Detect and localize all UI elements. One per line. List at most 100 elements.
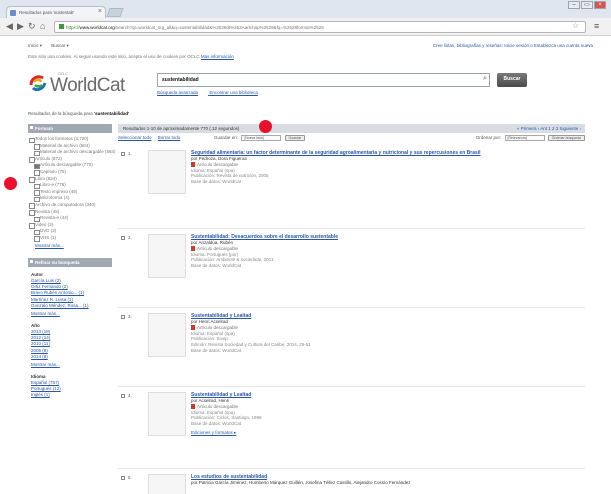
find-library-link[interactable]: Encontrar una biblioteca (209, 90, 258, 95)
result-info: Sustentabilidad: Desacuerdos sobre el de… (191, 234, 583, 269)
results-heading-prefix: Resultados de la búsqueda para (28, 111, 95, 116)
result-checkbox[interactable] (121, 236, 125, 240)
format-facet-item[interactable]: Microforma (4) (28, 195, 112, 202)
account-links[interactable]: Cree listas, bibliografías y reseñas: In… (433, 43, 593, 48)
pagination[interactable]: « Primera ‹ Ant 1 2 3 Siguiente › (517, 126, 581, 131)
result-checkbox[interactable] (121, 476, 125, 480)
search-value: sustentabilidad (162, 77, 199, 83)
format-facet-item[interactable]: Todos los formatos (3,720) (28, 136, 112, 143)
refine-group-link[interactable]: Inglés (1) (28, 392, 112, 398)
save-list-select[interactable]: [Nueva lista] (241, 135, 282, 141)
star-icon[interactable]: ☆ (572, 21, 579, 30)
result-checkbox[interactable] (121, 315, 125, 319)
results-bar: Resultados 1-10 de aproximadamente 770 (… (118, 124, 585, 133)
browser-tab[interactable]: Resultados para 'sustentab' × (6, 6, 106, 18)
refine-show-more-link[interactable]: Mostrar más... (28, 310, 112, 318)
result-thumbnail[interactable] (148, 234, 186, 278)
tab-close-icon[interactable]: × (98, 8, 102, 15)
annotation-dot (4, 177, 17, 190)
clear-all-link[interactable]: Borrar todo (158, 135, 181, 140)
url-path: /search?qt=worldcat_org_all&q=sustentabi… (114, 25, 324, 30)
format-facet-item[interactable]: VHS (1) (28, 235, 112, 242)
reload-icon[interactable]: ↻ (28, 21, 36, 32)
url-host: www.worldcat.org (79, 25, 115, 30)
maximize-button[interactable]: ▭ (581, 1, 593, 9)
document-icon (191, 403, 195, 409)
search-button[interactable]: Buscar (497, 73, 527, 87)
result-thumbnail[interactable] (148, 392, 186, 436)
advanced-search-link[interactable]: Búsqueda avanzada (157, 90, 198, 95)
save-label: Guardar en: (214, 135, 239, 141)
cookie-notice: Este sitio usa cookies. Al seguir usando… (28, 54, 234, 59)
format-facet-item[interactable]: Material de archivo (584) (28, 143, 112, 150)
format-facet-item[interactable]: Video (3) (28, 222, 112, 229)
result-thumbnail[interactable] (148, 474, 186, 494)
result-thumbnail[interactable] (148, 150, 186, 194)
format-facet-header[interactable]: Formato (28, 124, 112, 133)
close-window-button[interactable]: × (594, 1, 606, 9)
format-facet-item[interactable]: Material de archivo descargable (584) (28, 149, 116, 156)
magnifier-icon: ⌕ (483, 75, 487, 82)
sort-controls: Ordenar por: [Relevancia] Ordenar búsque… (476, 135, 585, 141)
result-meta: Base de datos: WorldCat (191, 421, 241, 427)
result-checkbox[interactable] (121, 152, 125, 156)
result-divider (118, 468, 585, 469)
format-facet-item[interactable]: Libro (824) (28, 176, 112, 183)
result-checkbox[interactable] (121, 394, 125, 398)
logo-text: WorldCat (50, 75, 125, 96)
result-format-label: Artículo descargable (197, 245, 239, 251)
format-facet-item[interactable]: Artículo descargable (770) (28, 162, 112, 169)
select-all-link[interactable]: Seleccionar todo (118, 135, 152, 140)
cookie-notice-link[interactable]: Más información (201, 54, 234, 59)
home-icon[interactable]: ⌂ (40, 21, 45, 32)
result-info: Los estudios de sustentabilidad por Patri… (191, 474, 583, 486)
result-meta: Base de datos: WorldCat (191, 179, 241, 185)
result-number: 2. (128, 235, 132, 240)
document-icon (191, 245, 195, 251)
refine-header[interactable]: Refinar su búsqueda (28, 257, 112, 267)
result-number: 5. (128, 475, 132, 480)
format-facet-item[interactable]: Archivo de computadora (340) (28, 202, 112, 209)
format-facet-item[interactable]: DVD (2) (28, 228, 112, 235)
address-bar[interactable]: https://www.worldcat.org/search?qt=world… (54, 21, 586, 33)
refine-show-more-link[interactable]: Mostrar más... (28, 361, 112, 369)
result-format-label: Artículo descargable (197, 403, 239, 409)
result-number: 1. (128, 151, 132, 156)
format-facet-item[interactable]: Artículo (872) (28, 156, 112, 163)
save-button[interactable]: Guardar (284, 135, 306, 141)
result-info: Sustentabilidad y Lealtad por Henri Acsel… (191, 313, 583, 354)
worldcat-logo-icon (29, 75, 47, 92)
search-sublinks: Búsqueda avanzada Encontrar una bibliote… (157, 90, 268, 95)
format-show-more-link[interactable]: Mostrar más... (28, 242, 112, 250)
results-controls: Seleccionar todo Borrar todo Guardar en:… (118, 135, 585, 144)
format-facet-item[interactable]: Revista-e (44) (28, 215, 112, 222)
results-count: Resultados 1-10 de aproximadamente 770 (… (123, 126, 240, 131)
result-author: por Patricia García Jiménez, Humberto Má… (191, 480, 411, 485)
minimize-button[interactable]: – (568, 1, 580, 9)
new-tab-button[interactable] (106, 8, 124, 17)
save-controls: Guardar en: [Nueva lista] Guardar (214, 135, 306, 141)
sort-button[interactable]: Ordenar búsqueda (547, 135, 585, 141)
wrench-icon[interactable]: ≡ (594, 21, 599, 31)
result-format-label: Artículo descargable (197, 161, 239, 167)
results-heading-term: 'sustentabilidad' (94, 111, 130, 116)
search-input[interactable]: sustentabilidad ⌕ (157, 73, 490, 87)
sort-select[interactable]: [Relevancia] (504, 135, 545, 141)
result-thumbnail[interactable] (148, 313, 186, 357)
result-meta: Base de datos: WorldCat (191, 263, 241, 269)
tab-strip: Resultados para 'sustentab' × – ▭ × (0, 0, 611, 18)
forward-icon[interactable]: ▶ (17, 21, 24, 32)
browser-toolbar: ◀ ▶ ↻ ⌂ https://www.worldcat.org/search?… (0, 18, 611, 36)
back-icon[interactable]: ◀ (6, 21, 13, 32)
result-format-label: Artículo descargable (197, 324, 239, 330)
nav-inicio[interactable]: Inicio ▾ (28, 43, 42, 48)
format-facet-item[interactable]: Texto impreso (48) (28, 189, 112, 196)
format-facet-item[interactable]: Libro-e (776) (28, 182, 112, 189)
tab-title: Resultados para 'sustentab' (19, 10, 75, 15)
format-facet-item[interactable]: Capítulo (75) (28, 169, 112, 176)
nav-buscar[interactable]: Buscar ▾ (51, 43, 69, 48)
format-facet-item[interactable]: Revista (45) (28, 209, 112, 216)
worldcat-page: Inicio ▾ Buscar ▾ Cree listas, bibliogra… (0, 37, 611, 494)
editions-link[interactable]: Ediciones y formatos ▸ (191, 430, 583, 436)
result-meta: Base de datos: WorldCat (191, 347, 241, 353)
